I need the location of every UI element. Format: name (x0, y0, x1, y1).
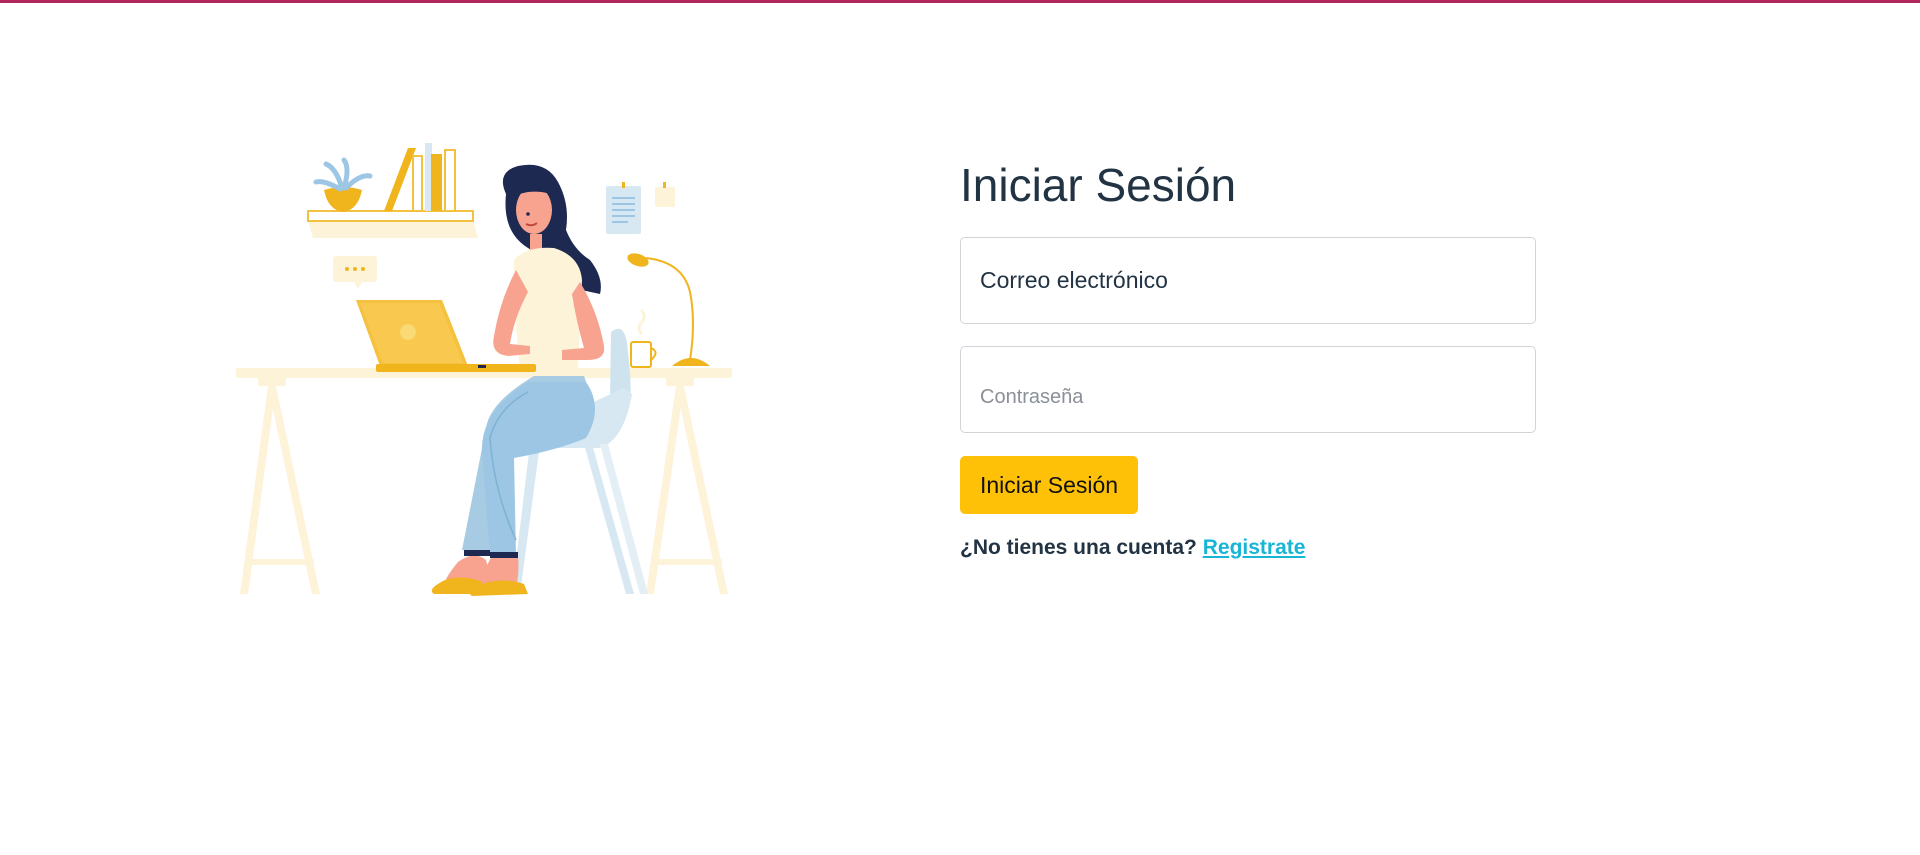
speech-bubble-icon (333, 256, 377, 289)
woman-working-at-desk-illustration (236, 143, 732, 596)
login-button[interactable]: Iniciar Sesión (960, 456, 1139, 514)
signup-link[interactable]: Registrate (1203, 536, 1306, 559)
coffee-mug (630, 308, 657, 368)
login-form: Iniciar Sesión Iniciar Sesión ¿No tienes… (960, 158, 1536, 560)
signup-prompt-row: ¿No tienes una cuenta? Registrate (960, 536, 1536, 560)
wall-notes (606, 182, 675, 234)
signup-prompt-text: ¿No tienes una cuenta? (960, 536, 1197, 559)
page-title: Iniciar Sesión (960, 159, 1237, 211)
top-accent-bar (0, 0, 1920, 3)
wall-shelf (307, 143, 478, 238)
login-page: Iniciar Sesión Iniciar Sesión ¿No tienes… (0, 0, 1920, 855)
password-field[interactable] (960, 346, 1536, 433)
email-field[interactable] (960, 237, 1536, 324)
